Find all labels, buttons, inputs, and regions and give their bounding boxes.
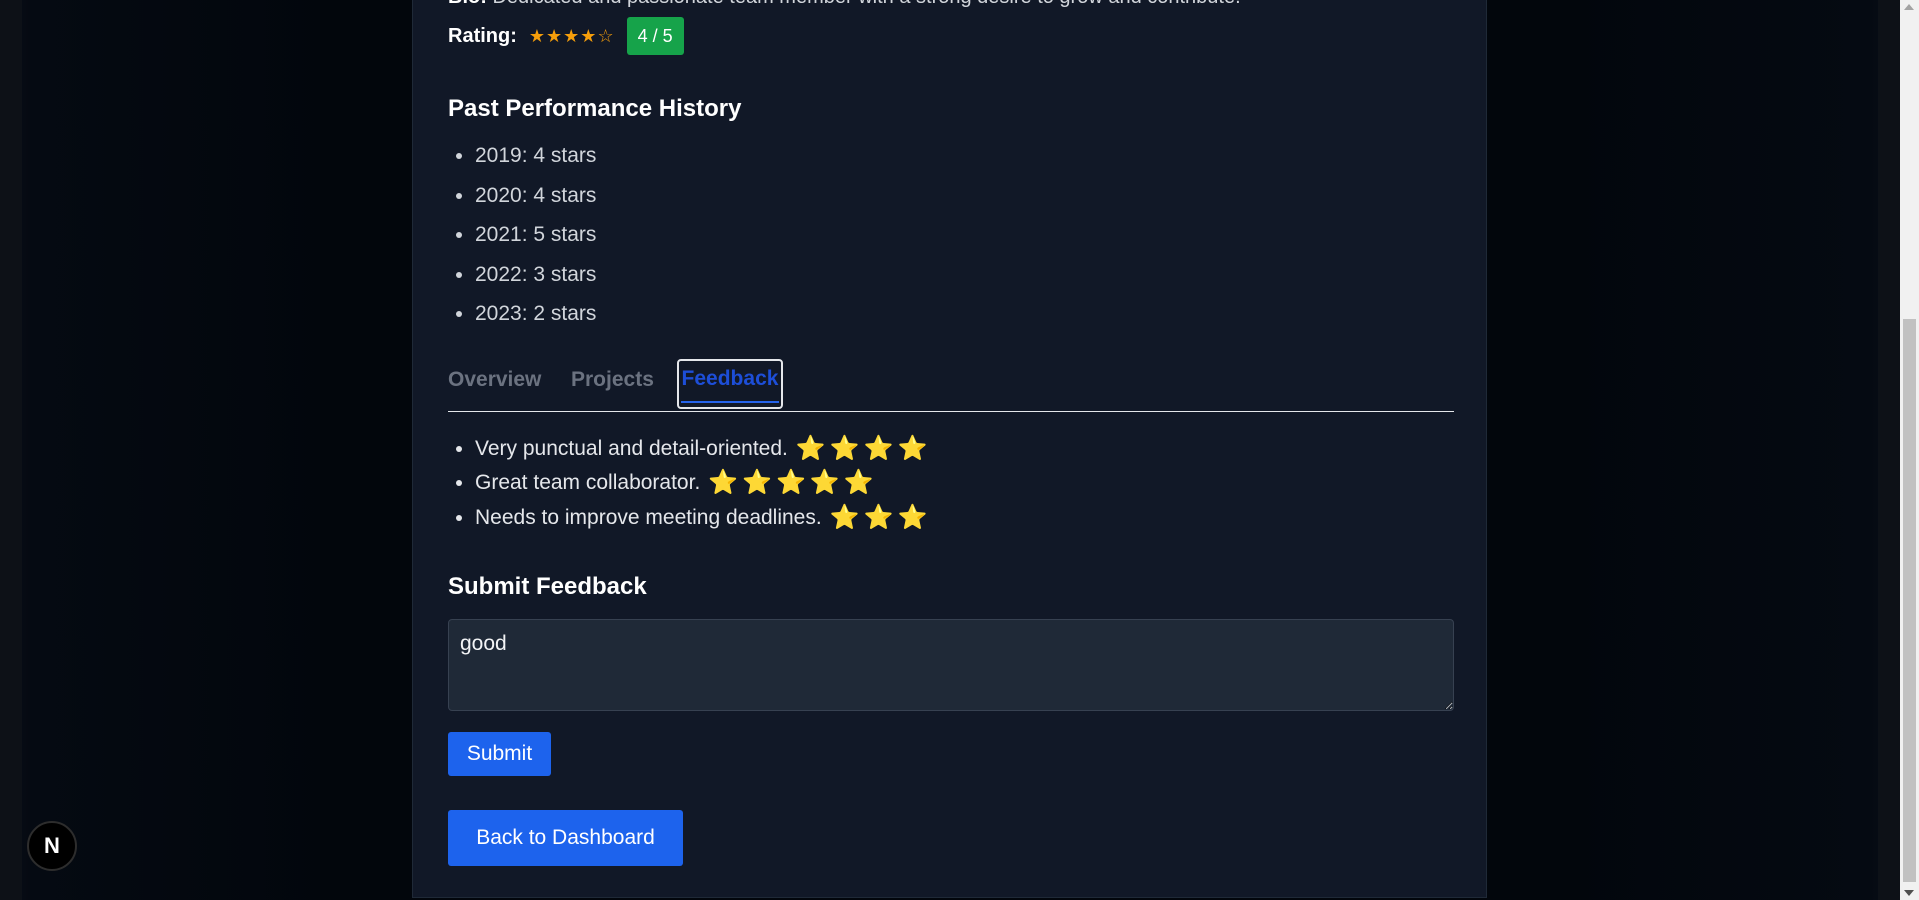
tab-bar: Overview Projects Feedback: [448, 359, 1454, 412]
rating-row: Rating: ★★★★☆ 4 / 5: [448, 17, 684, 55]
feedback-text: Very punctual and detail-oriented.: [475, 437, 788, 460]
feedback-text: Needs to improve meeting deadlines.: [475, 505, 822, 529]
tab-overview[interactable]: Overview: [448, 360, 541, 410]
page-background: Bio: Dedicated and passionate team membe…: [0, 0, 1900, 900]
feedback-stars-icon: ⭐⭐⭐⭐⭐: [708, 469, 878, 497]
history-list: 2019: 4 stars 2020: 4 stars 2021: 5 star…: [448, 140, 596, 338]
submit-feedback-title: Submit Feedback: [448, 573, 647, 600]
rating-label: Rating:: [448, 24, 517, 47]
history-item: 2022: 3 stars: [475, 259, 596, 299]
scrollbar-thumb[interactable]: [1903, 319, 1916, 882]
history-item: 2019: 4 stars: [475, 140, 596, 180]
vertical-scrollbar[interactable]: [1900, 0, 1919, 900]
tab-feedback-label: Feedback: [681, 367, 779, 390]
tab-projects[interactable]: Projects: [571, 360, 654, 410]
tab-feedback[interactable]: Feedback: [677, 359, 783, 409]
feedback-item: Very punctual and detail-oriented. ⭐⭐⭐⭐: [475, 432, 931, 466]
history-item: 2020: 4 stars: [475, 180, 596, 220]
active-tab-underline: [681, 401, 779, 403]
rating-stars-icon: ★★★★☆: [528, 25, 615, 46]
feedback-stars-icon: ⭐⭐⭐⭐: [795, 435, 932, 462]
back-to-dashboard-button[interactable]: Back to Dashboard: [448, 810, 683, 866]
submit-button[interactable]: Submit: [448, 732, 551, 776]
bio-text: Dedicated and passionate team member wit…: [492, 0, 1240, 8]
employee-profile-card: Bio: Dedicated and passionate team membe…: [412, 0, 1487, 898]
nextjs-letter: N: [44, 833, 60, 858]
bio-line: Bio: Dedicated and passionate team membe…: [448, 0, 1241, 9]
feedback-textarea[interactable]: [448, 619, 1454, 711]
bio-label: Bio:: [448, 0, 487, 8]
feedback-text: Great team collaborator.: [475, 471, 701, 495]
scroll-down-icon[interactable]: [1904, 890, 1914, 896]
history-title: Past Performance History: [448, 95, 742, 122]
history-item: 2023: 2 stars: [475, 298, 596, 338]
scroll-up-icon[interactable]: [1904, 4, 1914, 10]
left-gutter: [0, 0, 22, 900]
right-gutter: [1878, 0, 1900, 900]
feedback-stars-icon: ⭐⭐⭐: [829, 503, 932, 531]
feedback-list: Very punctual and detail-oriented. ⭐⭐⭐⭐ G…: [448, 432, 931, 535]
nextjs-icon[interactable]: N: [27, 821, 77, 871]
feedback-item: Needs to improve meeting deadlines. ⭐⭐⭐: [475, 501, 931, 535]
rating-badge: 4 / 5: [626, 17, 684, 55]
feedback-item: Great team collaborator. ⭐⭐⭐⭐⭐: [475, 466, 931, 500]
history-item: 2021: 5 stars: [475, 219, 596, 259]
